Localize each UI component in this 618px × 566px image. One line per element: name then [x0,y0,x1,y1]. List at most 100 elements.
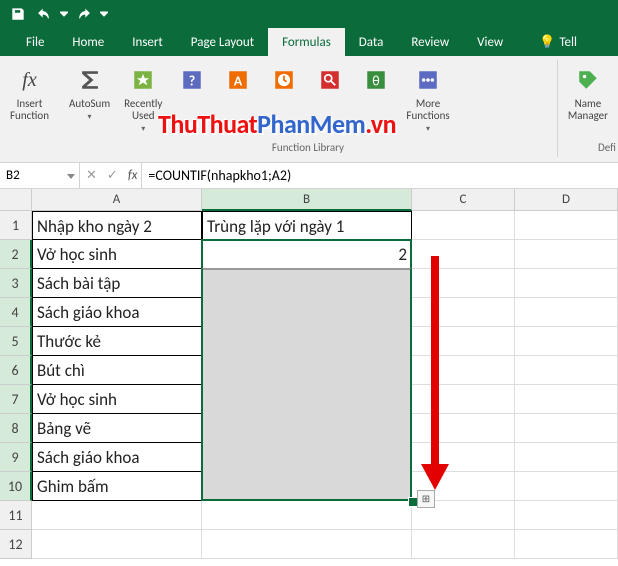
cell-D5[interactable] [515,327,618,356]
cell-A12[interactable] [32,530,202,559]
accept-icon[interactable]: ✓ [107,168,118,183]
cell-B9[interactable]: 3 [202,443,412,472]
row-header-10[interactable]: 10 [0,472,32,501]
cell-D7[interactable] [515,385,618,414]
cell-B3[interactable]: 2 [202,269,412,298]
cell-C9[interactable] [412,443,515,472]
insert-function-button[interactable]: fx Insert Function [4,62,55,138]
row-header-9[interactable]: 9 [0,443,32,472]
column-header-A[interactable]: A [32,189,202,211]
row-header-5[interactable]: 5 [0,327,32,356]
row-header-6[interactable]: 6 [0,356,32,385]
cell-B7[interactable]: 2 [202,385,412,414]
cell-A11[interactable] [32,501,202,530]
cell-B11[interactable] [202,501,412,530]
row-header-7[interactable]: 7 [0,385,32,414]
cell-C3[interactable] [412,269,515,298]
text-button[interactable]: A [216,62,260,138]
cancel-icon[interactable]: ✕ [86,168,97,183]
tab-tell-me[interactable]: 💡 Tell [525,28,591,56]
tab-view[interactable]: View [463,28,517,56]
row-header-8[interactable]: 8 [0,414,32,443]
redo-icon[interactable] [72,3,96,25]
autosum-button[interactable]: AutoSum ▾ [63,62,116,138]
qat-customize-icon[interactable] [98,3,110,25]
undo-icon[interactable] [32,3,56,25]
cell-A9[interactable]: Sách giáo khoa [32,443,202,472]
cell-B1[interactable]: Trùng lặp với ngày 1 [202,211,412,240]
cell-A7[interactable]: Vở học sinh [32,385,202,414]
logical-button[interactable]: ? Logical [170,62,214,138]
grid[interactable]: Nhập kho ngày 2 Trùng lặp với ngày 1 Vở … [32,211,618,559]
row-header-3[interactable]: 3 [0,269,32,298]
insert-function-label: Insert Function [10,98,49,122]
cell-C6[interactable] [412,356,515,385]
row-header-11[interactable]: 11 [0,501,32,530]
fx-icon[interactable]: fx [124,163,143,188]
cell-B6[interactable]: 0 [202,356,412,385]
cell-A8[interactable]: Bảng vẽ [32,414,202,443]
cell-D10[interactable] [515,472,618,501]
datetime-button[interactable] [262,62,306,138]
tab-file[interactable]: File [12,28,58,56]
undo-dropdown-icon[interactable] [58,3,70,25]
cell-A5[interactable]: Thước kẻ [32,327,202,356]
name-box[interactable]: B2 [0,163,80,188]
cell-D9[interactable] [515,443,618,472]
cell-C1[interactable] [412,211,515,240]
cell-C4[interactable] [412,298,515,327]
recently-used-button[interactable]: Recently Used ▾ [118,62,168,138]
tab-page-layout[interactable]: Page Layout [177,28,268,56]
cell-C12[interactable] [412,530,515,559]
formula-input[interactable]: =COUNTIF(nhapkho1;A2) [142,163,618,188]
column-header-C[interactable]: C [412,189,515,211]
math-button[interactable]: θ [354,62,398,138]
column-header-D[interactable]: D [515,189,618,211]
cell-A6[interactable]: Bút chì [32,356,202,385]
cell-B5[interactable]: 0 [202,327,412,356]
tab-insert[interactable]: Insert [118,28,177,56]
cell-A10[interactable]: Ghim bấm [32,472,202,501]
cell-C5[interactable] [412,327,515,356]
name-manager-button[interactable]: Name Manager [562,62,614,138]
cell-A3[interactable]: Sách bài tập [32,269,202,298]
tab-home[interactable]: Home [58,28,118,56]
cell-C8[interactable] [412,414,515,443]
select-all-corner[interactable] [0,189,32,211]
more-functions-button[interactable]: More Functions ▾ [400,62,455,138]
cell-D3[interactable] [515,269,618,298]
cell-B4[interactable]: 3 [202,298,412,327]
cell-B8[interactable]: 0 [202,414,412,443]
cell-A4[interactable]: Sách giáo khoa [32,298,202,327]
ribbon: fx Insert Function AutoSum ▾ Recently Us… [0,56,618,163]
tab-data[interactable]: Data [345,28,398,56]
cell-D8[interactable] [515,414,618,443]
row-header-1[interactable]: 1 [0,211,32,240]
cell-D6[interactable] [515,356,618,385]
cell-C7[interactable] [412,385,515,414]
tab-review[interactable]: Review [397,28,463,56]
tab-formulas[interactable]: Formulas [268,28,345,56]
cell-D2[interactable] [515,240,618,269]
lookup-button[interactable] [308,62,352,138]
autosum-label: AutoSum [69,98,110,110]
autofill-options-icon[interactable]: ⊞ [417,490,435,508]
cell-B10[interactable]: 0 [202,472,412,501]
cell-A2[interactable]: Vở học sinh [32,240,202,269]
tell-label: Tell [559,35,577,50]
cell-D12[interactable] [515,530,618,559]
cell-C2[interactable] [412,240,515,269]
row-header-12[interactable]: 12 [0,530,32,559]
row-header-4[interactable]: 4 [0,298,32,327]
row-header-2[interactable]: 2 [0,240,32,269]
fill-handle[interactable] [409,498,417,506]
column-header-B[interactable]: B [202,189,412,211]
save-icon[interactable] [6,3,30,25]
sigma-icon [74,64,106,96]
cell-A1[interactable]: Nhập kho ngày 2 [32,211,202,240]
cell-B2[interactable]: 2 [202,240,412,269]
cell-D1[interactable] [515,211,618,240]
cell-D4[interactable] [515,298,618,327]
cell-B12[interactable] [202,530,412,559]
cell-D11[interactable] [515,501,618,530]
